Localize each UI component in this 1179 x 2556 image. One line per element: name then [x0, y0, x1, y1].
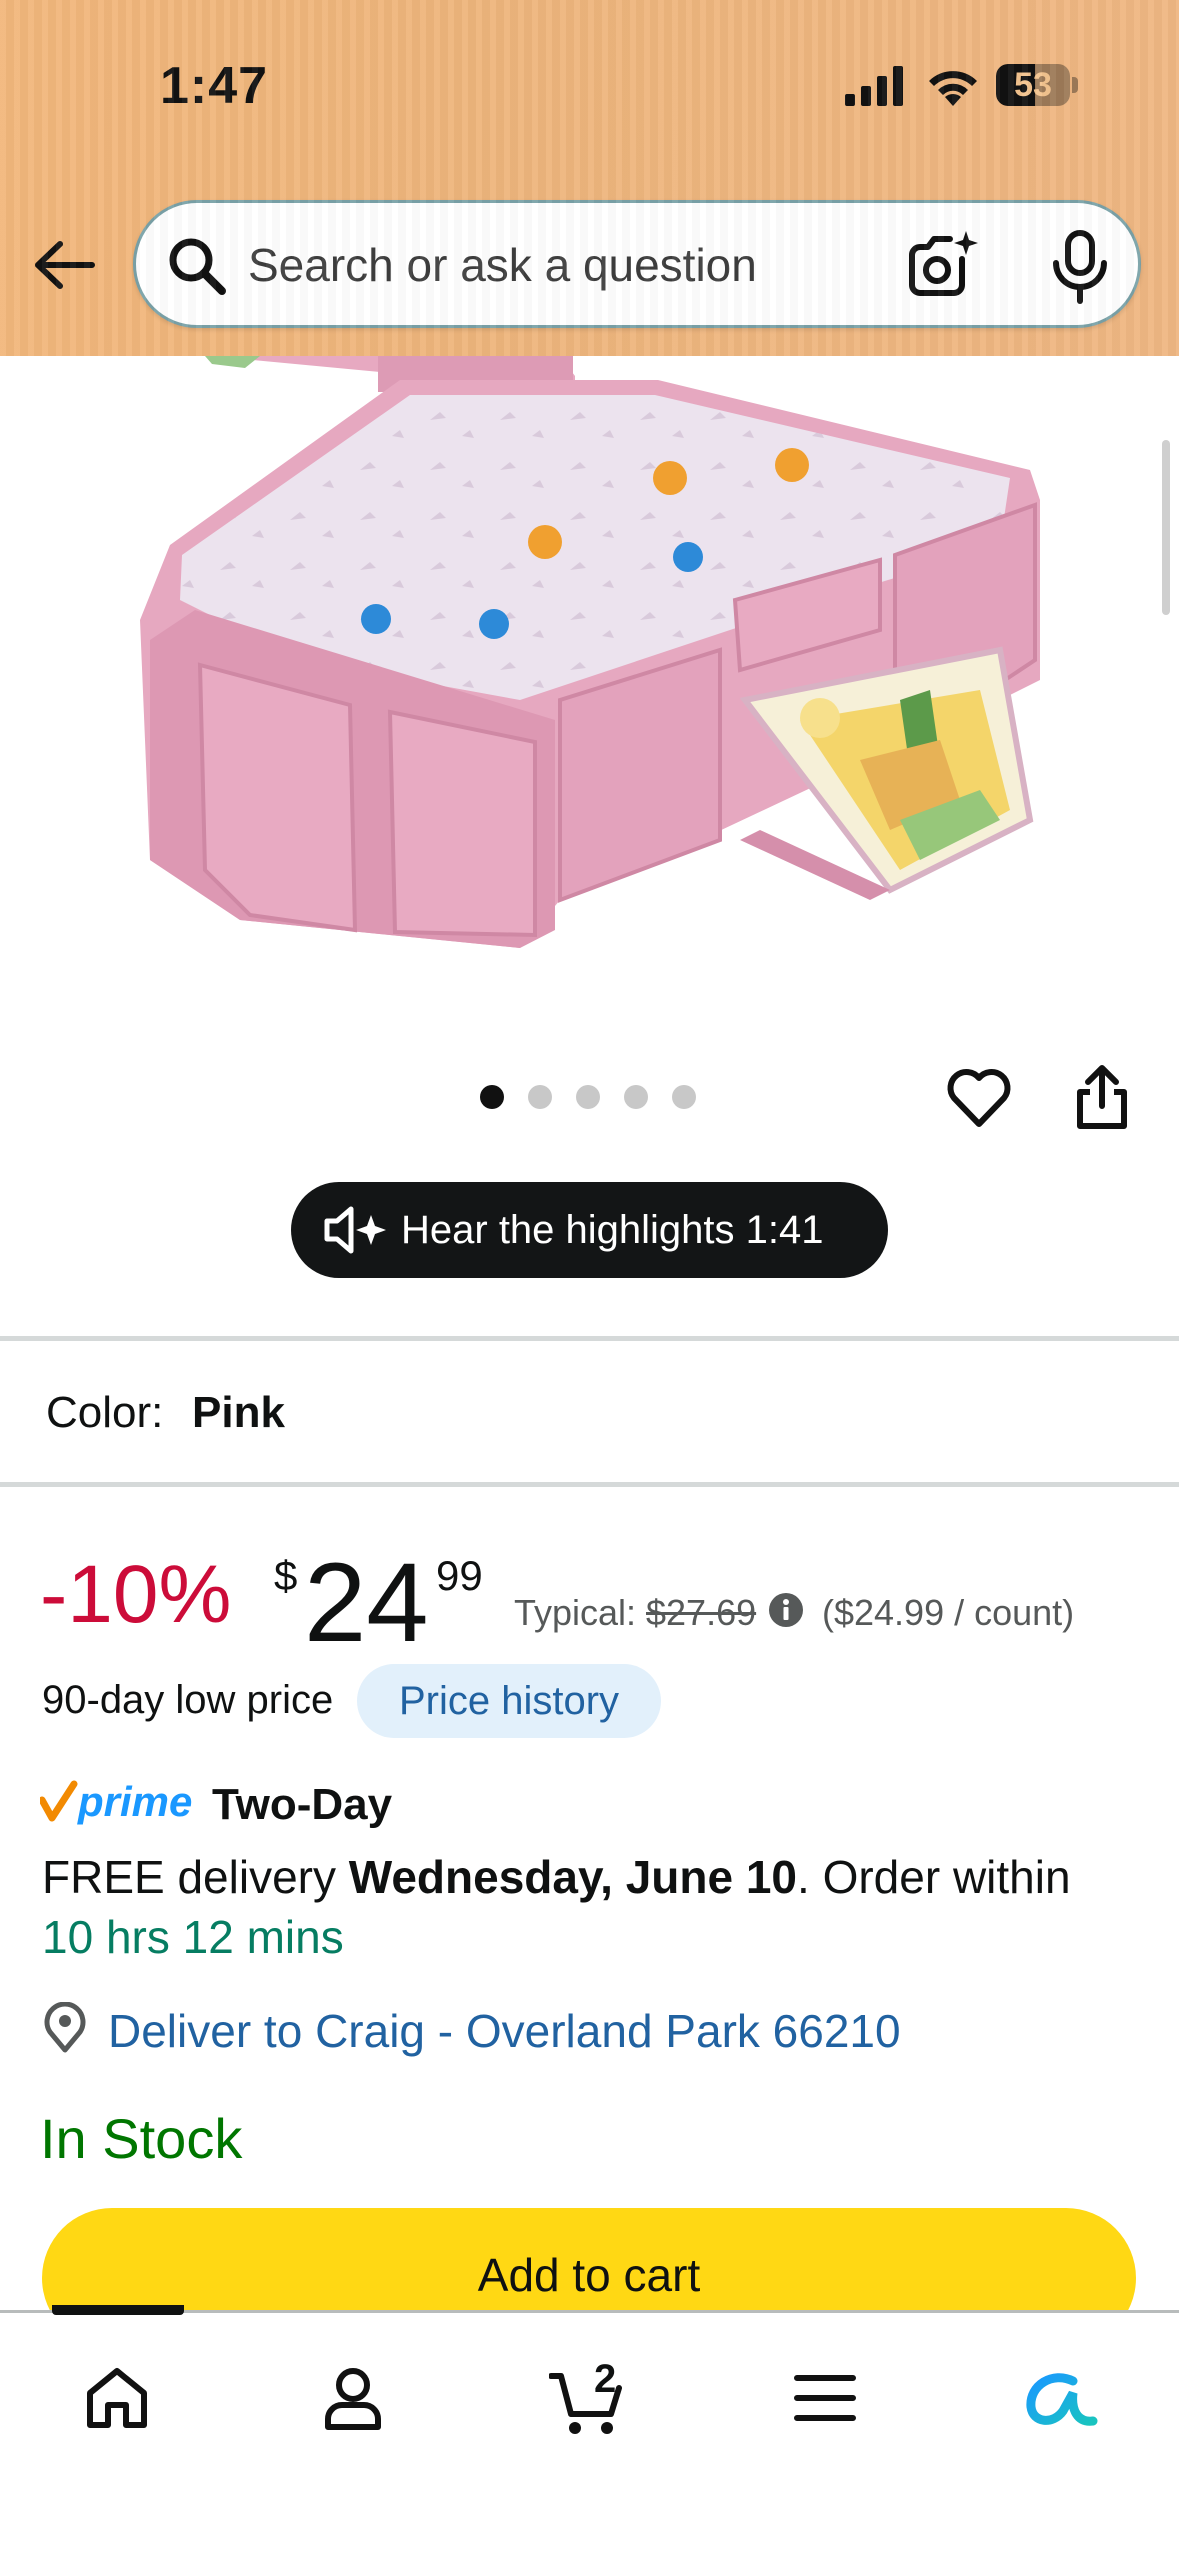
speaker-sparkle-icon: [324, 1206, 386, 1254]
account-icon: [325, 2368, 381, 2430]
wifi-icon: [929, 71, 977, 106]
arrow-left-icon: [35, 241, 95, 289]
carousel-dot[interactable]: [624, 1085, 648, 1109]
image-carousel-dots[interactable]: [480, 1085, 696, 1111]
carousel-dot[interactable]: [528, 1085, 552, 1109]
top-header: 1:47 53: [0, 0, 1179, 356]
battery-icon: 53: [996, 64, 1078, 106]
pink-ball-pit-image: [140, 356, 1040, 948]
camera-lens-icon[interactable]: [906, 229, 980, 301]
typical-price: $27.69: [646, 1592, 757, 1633]
price-fraction: 99: [436, 1552, 483, 1599]
add-to-list-button[interactable]: [944, 1062, 1014, 1132]
bottom-navigation: 2: [0, 2305, 1179, 2556]
nav-home[interactable]: [72, 2353, 162, 2443]
discount-percentage: -10%: [40, 1549, 232, 1640]
nav-account[interactable]: [308, 2353, 398, 2443]
section-divider: [0, 1336, 1179, 1341]
menu-icon: [794, 2375, 856, 2421]
home-icon: [87, 2368, 147, 2428]
carousel-dot[interactable]: [672, 1085, 696, 1109]
color-value: Pink: [192, 1388, 285, 1437]
price-currency-symbol: $: [274, 1552, 298, 1599]
cellular-signal-icon: [845, 66, 903, 106]
product-image[interactable]: [0, 356, 1179, 1056]
order-countdown: 10 hrs 12 mins: [42, 1911, 344, 1963]
hear-highlights-button[interactable]: Hear the highlights 1:41: [291, 1182, 888, 1278]
nav-menu[interactable]: [780, 2353, 870, 2443]
low-price-label: 90-day low price: [42, 1678, 334, 1722]
delivery-suffix: . Order within: [797, 1851, 1071, 1903]
typical-price-label: Typical:: [514, 1592, 637, 1633]
carousel-dot[interactable]: [480, 1085, 504, 1109]
share-icon: [1077, 1065, 1127, 1129]
nav-cart[interactable]: 2: [544, 2353, 634, 2443]
carousel-dot[interactable]: [576, 1085, 600, 1109]
prime-logo-icon: prime: [40, 1778, 192, 1825]
share-button[interactable]: [1072, 1062, 1132, 1132]
price-history-button[interactable]: Price history: [357, 1664, 661, 1738]
active-tab-indicator: [52, 2305, 184, 2315]
delivery-date: Wednesday, June 10: [348, 1851, 798, 1903]
rufus-ai-icon: [1026, 2373, 1098, 2426]
search-bar[interactable]: [133, 200, 1141, 328]
prime-delivery-label: Two-Day: [212, 1780, 393, 1829]
heart-icon: [947, 1069, 1011, 1127]
status-time: 1:47: [160, 57, 269, 115]
section-divider: [0, 1482, 1179, 1487]
unit-price: ($24.99 / count): [822, 1592, 1075, 1633]
deliver-to-link[interactable]: Deliver to Craig - Overland Park 66210: [108, 2004, 901, 2058]
color-label: Color:: [46, 1388, 164, 1437]
prime-wordmark: prime: [77, 1778, 192, 1825]
scroll-indicator[interactable]: [1162, 440, 1170, 615]
search-input[interactable]: [248, 225, 898, 305]
status-bar: 1:47 53: [0, 0, 1179, 175]
delivery-prefix: FREE delivery: [42, 1851, 349, 1903]
battery-percentage: 53: [1014, 66, 1052, 104]
nav-rufus[interactable]: [1016, 2353, 1106, 2443]
cart-count-badge: 2: [594, 2357, 617, 2401]
microphone-icon[interactable]: [1048, 229, 1112, 305]
cart-icon: [549, 2373, 622, 2434]
delivery-message: FREE delivery Wednesday, June 10. Order …: [42, 1850, 1071, 1904]
search-icon: [169, 238, 226, 295]
location-pin-icon: [44, 2002, 86, 2053]
stock-status: In Stock: [40, 2107, 243, 2170]
back-button[interactable]: [30, 230, 100, 300]
highlights-label: Hear the highlights 1:41: [401, 1207, 824, 1252]
info-icon[interactable]: [768, 1592, 804, 1628]
price-whole: 24: [304, 1540, 429, 1665]
